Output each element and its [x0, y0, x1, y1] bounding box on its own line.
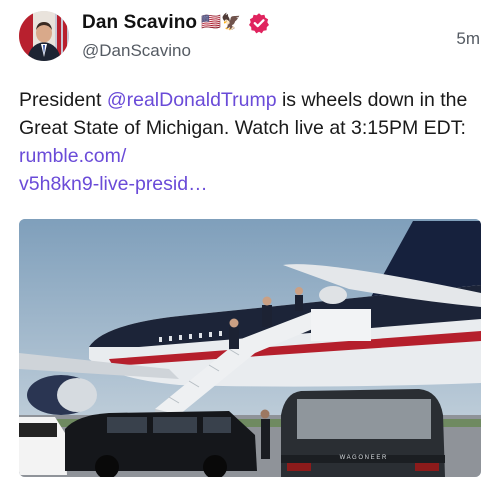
url-link-line2: v5h8kn9-live-presid… — [19, 173, 208, 195]
name-emojis: 🇺🇸🦅 — [201, 14, 241, 31]
verified-badge-icon — [248, 13, 269, 34]
avatar-photo — [19, 11, 69, 61]
post-media-photo[interactable]: W A G O N E E R — [19, 219, 481, 477]
post-text-intro: President — [19, 89, 107, 111]
mention-link[interactable]: @realDonaldTrump — [107, 89, 277, 111]
author-display-name[interactable]: Dan Scavino — [82, 12, 197, 34]
post-text: President @realDonaldTrump is wheels dow… — [19, 86, 484, 198]
post-card[interactable]: Dan Scavino 🇺🇸🦅 @DanScavino 5m President… — [0, 0, 500, 489]
author-name-row[interactable]: Dan Scavino 🇺🇸🦅 — [82, 10, 270, 36]
author-handle[interactable]: @DanScavino — [82, 41, 191, 61]
url-link[interactable]: rumble.com/v5h8kn9-live-presid… — [19, 145, 208, 195]
photo-scene: W A G O N E E R — [19, 219, 481, 477]
url-link-line1: rumble.com/ — [19, 145, 127, 167]
post-timestamp[interactable]: 5m — [456, 29, 480, 49]
author-avatar[interactable] — [19, 11, 69, 61]
vehicle-grille-text: W A G O N E E R — [340, 455, 387, 461]
